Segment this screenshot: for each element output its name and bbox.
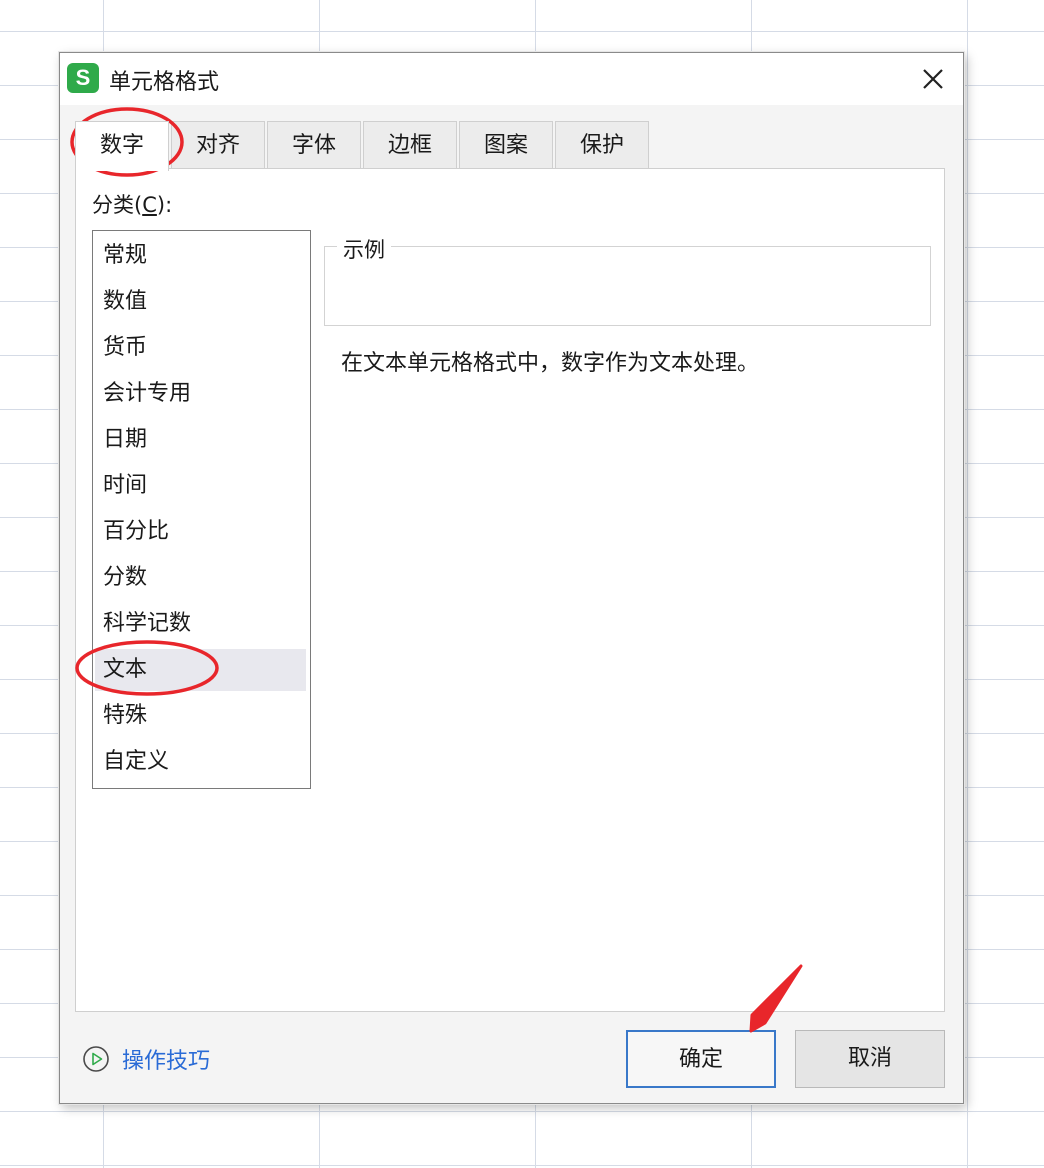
category-item-time[interactable]: 时间 xyxy=(95,465,306,507)
category-item-number[interactable]: 数值 xyxy=(95,281,306,323)
tips-label[interactable]: 操作技巧 xyxy=(122,1043,210,1075)
sample-label: 示例 xyxy=(337,234,391,264)
category-listbox[interactable]: 常规 数值 货币 会计专用 日期 时间 百分比 分数 科学记数 文本 特殊 自定… xyxy=(92,230,311,789)
category-item-date[interactable]: 日期 xyxy=(95,419,306,461)
category-item-special[interactable]: 特殊 xyxy=(95,695,306,737)
category-item-custom[interactable]: 自定义 xyxy=(95,741,306,783)
tab-alignment[interactable]: 对齐 xyxy=(171,121,265,168)
dialog-title-bar: S 单元格格式 xyxy=(60,53,963,105)
close-icon[interactable] xyxy=(917,63,949,95)
category-item-percentage[interactable]: 百分比 xyxy=(95,511,306,553)
category-item-scientific[interactable]: 科学记数 xyxy=(95,603,306,645)
category-item-text[interactable]: 文本 xyxy=(95,649,306,691)
grid-column-line xyxy=(967,0,968,1168)
tab-protection[interactable]: 保护 xyxy=(555,121,649,168)
grid-row-line xyxy=(0,1165,1044,1166)
format-description: 在文本单元格格式中，数字作为文本处理。 xyxy=(341,351,760,376)
category-label: 分类(C): xyxy=(92,193,173,217)
play-circle-icon xyxy=(83,1046,109,1072)
ok-button[interactable]: 确定 xyxy=(626,1030,776,1088)
cancel-button[interactable]: 取消 xyxy=(795,1030,945,1088)
dialog-title: 单元格格式 xyxy=(109,70,220,95)
grid-row-line xyxy=(0,1111,1044,1112)
grid-row-line xyxy=(0,31,1044,32)
tab-pattern[interactable]: 图案 xyxy=(459,121,553,168)
tab-font[interactable]: 字体 xyxy=(267,121,361,168)
format-cells-dialog: S 单元格格式 数字 对齐 字体 边框 图案 保护 分类(C): 常规 数值 货… xyxy=(59,52,964,1104)
category-item-accounting[interactable]: 会计专用 xyxy=(95,373,306,415)
sample-group-box: 示例 xyxy=(324,234,931,326)
category-item-general[interactable]: 常规 xyxy=(95,235,306,277)
wps-spreadsheet-app-icon: S xyxy=(67,63,99,93)
tab-border[interactable]: 边框 xyxy=(363,121,457,168)
tab-number[interactable]: 数字 xyxy=(75,121,169,171)
number-tab-panel: 分类(C): 常规 数值 货币 会计专用 日期 时间 百分比 分数 科学记数 文… xyxy=(75,168,945,1012)
category-item-fraction[interactable]: 分数 xyxy=(95,557,306,599)
category-item-currency[interactable]: 货币 xyxy=(95,327,306,369)
